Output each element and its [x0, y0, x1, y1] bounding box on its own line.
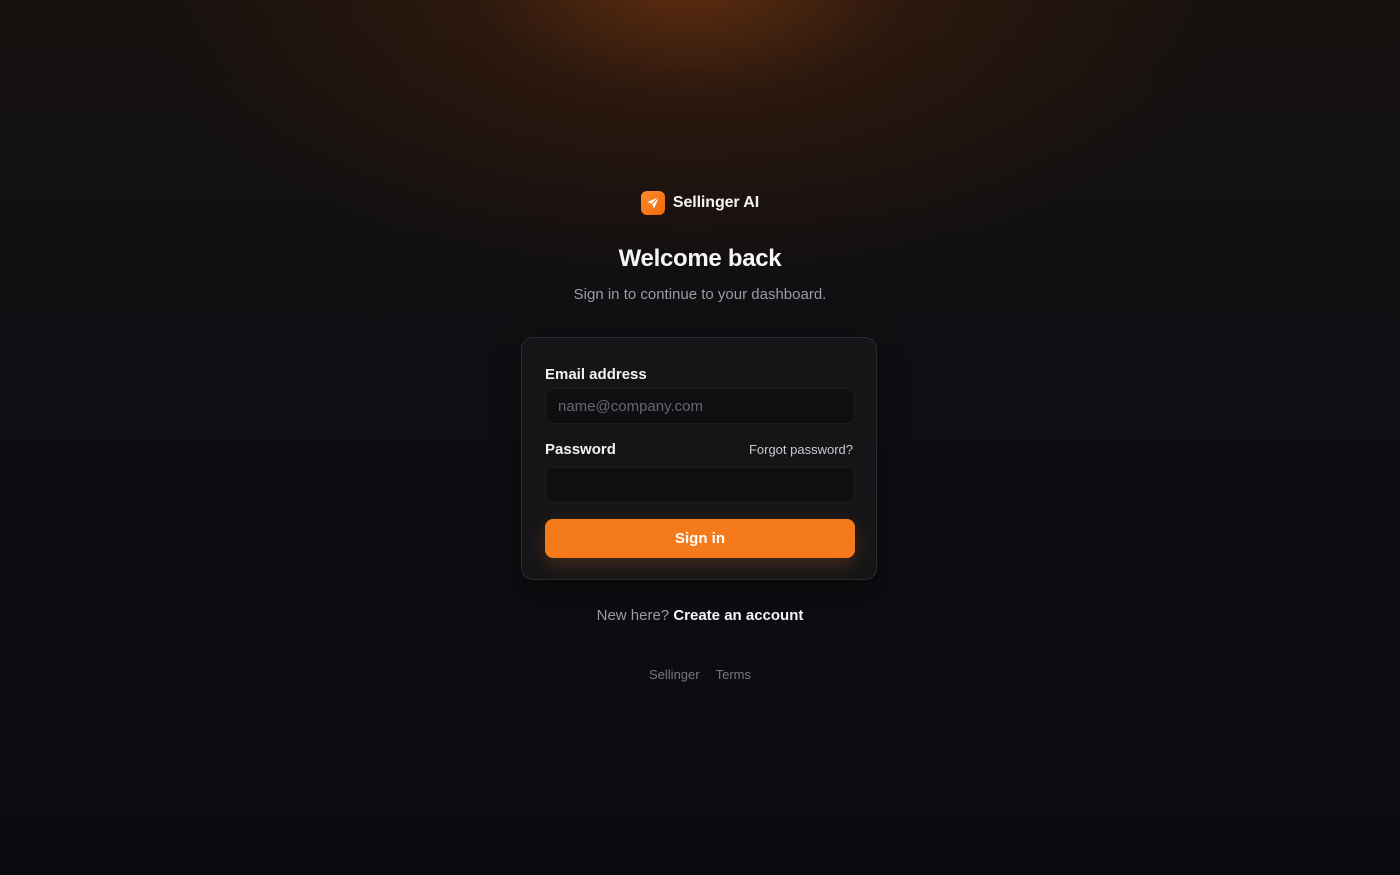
brand-name: Sellinger AI: [672, 194, 760, 211]
password-label: Password: [545, 441, 616, 458]
page-title: Welcome back: [618, 245, 782, 272]
email-label: Email address: [545, 366, 647, 383]
email-input[interactable]: [545, 388, 855, 424]
sign-in-button[interactable]: Sign in: [545, 519, 855, 558]
forgot-password-link[interactable]: Forgot password?: [749, 442, 853, 457]
login-page: Sellinger AI Welcome back Sign in to con…: [0, 0, 1400, 875]
brand: Sellinger AI: [0, 191, 1400, 215]
rocket-icon: [640, 191, 665, 215]
page-subtitle: Sign in to continue to your dashboard.: [573, 286, 827, 303]
footer-link-terms[interactable]: Terms: [716, 667, 751, 682]
login-card: Email address Password Forgot password? …: [521, 337, 877, 580]
footer-link-sellinger[interactable]: Sellinger: [649, 667, 700, 682]
create-account-link[interactable]: Create an account: [673, 607, 803, 624]
signup-prompt: New here? Create an account: [0, 607, 1400, 624]
footer: Sellinger Terms: [0, 667, 1400, 682]
password-input[interactable]: [545, 467, 855, 503]
signup-prompt-text: New here?: [596, 607, 670, 624]
